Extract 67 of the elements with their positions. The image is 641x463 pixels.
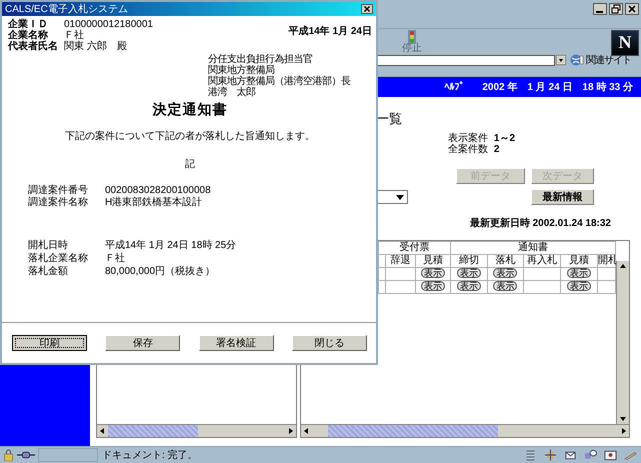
vertical-scrollbar[interactable] — [616, 261, 629, 424]
dropdown-arrow-icon — [396, 194, 404, 200]
sender-line: 関東地方整備局 — [208, 65, 276, 76]
browser-logo: N — [611, 30, 639, 56]
field-value: Ｆ社 — [64, 30, 85, 41]
dropdown-arrow-icon[interactable] — [556, 55, 566, 65]
minimize-icon[interactable] — [593, 3, 607, 15]
field-value: 0100000012180001 — [64, 19, 153, 30]
sender-line: 港湾 太郎 — [208, 87, 256, 98]
notice-heading: 決定通知書 — [152, 101, 228, 119]
mail-icon[interactable] — [564, 449, 577, 461]
notice-date: 平成14年 1月 24日 — [288, 24, 372, 38]
note-mark: 記 — [184, 158, 196, 171]
column-header: 再入札 — [523, 254, 560, 268]
show-button[interactable]: 表示 — [420, 268, 445, 278]
field-label: 企業名称 — [8, 30, 48, 41]
show-button[interactable]: 表示 — [493, 281, 518, 291]
restore-icon[interactable] — [609, 3, 623, 15]
notice-message: 下記の案件について下記の者が落札した旨通知します。 — [64, 130, 316, 143]
count-value: 2 — [492, 144, 500, 155]
show-button[interactable]: 表示 — [493, 268, 518, 278]
traffic-light-icon — [406, 30, 418, 44]
field-label: 開札日時 — [28, 239, 69, 252]
count-label: 表示案件 — [448, 133, 488, 144]
header-datetime: 2002 年 1 月 24 日 18 時 33 分 — [482, 80, 633, 94]
field-label: 調達案件番号 — [28, 185, 89, 196]
field-value: H港東部鉄橋基本設計 — [105, 197, 204, 209]
plug-icon — [17, 449, 35, 461]
field-label: 調達案件名称 — [28, 197, 89, 209]
count-value: 1～2 — [492, 133, 516, 144]
field-value: 関東 六郎 殿 — [64, 41, 128, 52]
field-label: 落札企業名称 — [28, 252, 89, 265]
field-label: 代表者氏名 — [8, 41, 59, 52]
field-value: 80,000,000円（税抜き） — [105, 265, 216, 278]
horizontal-scrollbar[interactable] — [300, 424, 629, 437]
globe-icon[interactable] — [570, 54, 584, 66]
column-group-header: 受付票 — [378, 242, 450, 254]
close-icon[interactable] — [625, 3, 639, 15]
show-button[interactable]: 表示 — [566, 281, 591, 291]
sender-line: 分任支出負担行為担当官 — [208, 54, 314, 65]
field-value: 平成14年 1月 24日 18時 25分 — [105, 239, 236, 252]
show-button[interactable]: 表示 — [566, 268, 591, 278]
column-group-header: 通知書 — [450, 242, 616, 254]
count-label: 全案件数 — [448, 144, 488, 155]
grip-icon — [524, 449, 537, 461]
lock-icon — [2, 449, 15, 461]
status-text: ドキュメント: 完了。 — [102, 448, 198, 462]
last-updated-text: 最新更新日時 2002.01.24 18:32 — [470, 216, 611, 230]
related-sites-link[interactable]: 関連サイト — [586, 53, 631, 67]
show-button[interactable]: 表示 — [456, 268, 481, 278]
dialog-button[interactable]: 印刷 — [12, 335, 87, 351]
dialog-button[interactable]: 閉じる — [292, 335, 367, 351]
sender-line: 関東地方整備局（港湾空港部）長 — [208, 76, 352, 87]
field-label: 落札金額 — [28, 265, 69, 278]
help-link[interactable]: ﾍﾙﾌﾟ — [444, 81, 464, 93]
refresh-button[interactable]: 最新情報 — [530, 189, 594, 205]
dialog-title: CALS/EC電子入札システム — [5, 2, 128, 16]
close-icon[interactable] — [361, 4, 373, 14]
field-value: 0020083028200100008 — [105, 185, 211, 196]
show-button[interactable]: 表示 — [420, 281, 445, 291]
field-label: 企業ＩＤ — [8, 19, 49, 30]
horizontal-scrollbar[interactable] — [96, 424, 296, 437]
column-header: 辞退 — [385, 254, 416, 268]
dialog-button[interactable]: 保存 — [105, 335, 180, 351]
dialog-button[interactable]: 署名検証 — [198, 335, 274, 351]
show-button[interactable]: 表示 — [456, 281, 481, 291]
field-value: Ｆ社 — [105, 252, 126, 265]
